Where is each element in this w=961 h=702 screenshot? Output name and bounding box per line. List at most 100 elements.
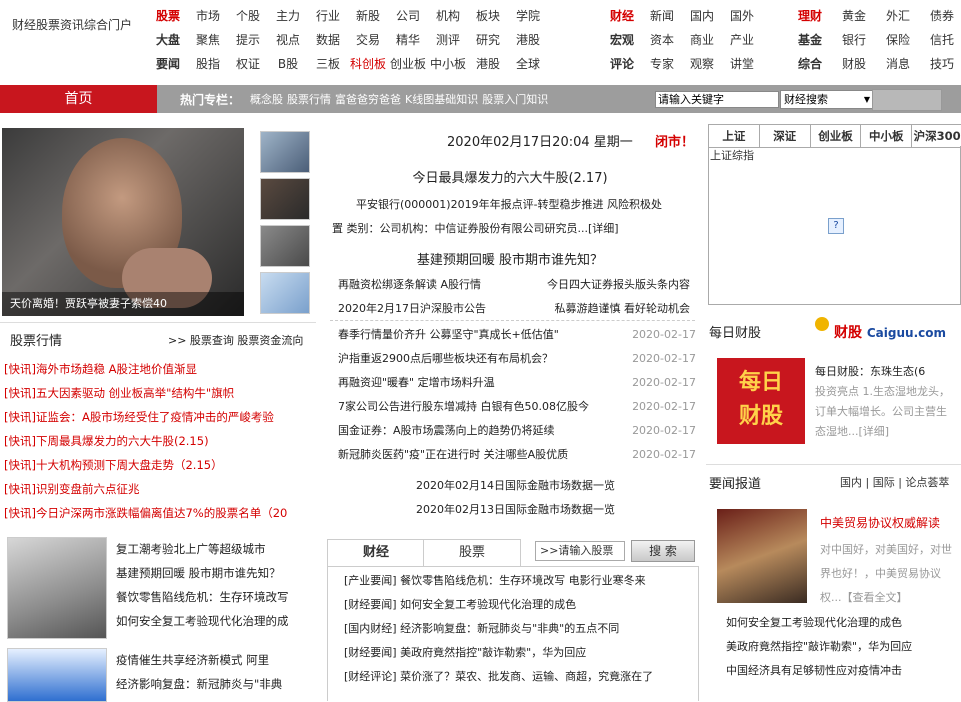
nav-item[interactable]: 股票 xyxy=(148,4,188,28)
nav-item[interactable]: 板块 xyxy=(468,4,508,28)
nav-item[interactable]: 行业 xyxy=(308,4,348,28)
news-title[interactable]: 春季行情量价齐升 公募坚守"真成长+低估值" xyxy=(338,323,559,347)
nav-item[interactable]: 财经 xyxy=(602,4,642,28)
nav-item[interactable]: 创业板 xyxy=(388,52,428,76)
nav-item[interactable]: 提示 xyxy=(228,28,268,52)
daily-box[interactable]: 每日 财股 xyxy=(717,358,805,444)
flash-news-item[interactable]: [快讯]今日沪深两市涨跌幅偏离值达7%的股票名单（20 xyxy=(4,501,310,525)
nav-item[interactable]: 公司 xyxy=(388,4,428,28)
hot-link[interactable]: 概念股 xyxy=(250,93,283,106)
category-news-item[interactable]: [财经要闻] 如何安全复工考验现代化治理的成色 xyxy=(344,593,690,617)
nav-item[interactable]: 大盘 xyxy=(148,28,188,52)
news-title[interactable]: 国金证券：A股市场震荡向上的趋势仍将延续 xyxy=(338,419,555,443)
flash-news-item[interactable]: [快讯]十大机构预测下周大盘走势（2.15） xyxy=(4,453,310,477)
market-tab[interactable]: 中小板 xyxy=(861,125,913,147)
nav-item[interactable]: 新股 xyxy=(348,4,388,28)
thumb-1[interactable] xyxy=(260,131,310,173)
market-tab[interactable]: 创业板 xyxy=(811,125,862,147)
nav-item[interactable]: 权证 xyxy=(228,52,268,76)
photo-caption[interactable]: 天价离婚！贾跃亭被妻子索偿40 xyxy=(2,292,244,316)
nav-item[interactable]: 全球 xyxy=(508,52,548,76)
category-news-item[interactable]: [财经要闻] 美政府竟然指控"敲诈勒索"，华为回应 xyxy=(344,641,690,665)
nav-item[interactable]: 讲堂 xyxy=(722,52,762,76)
right-news-item[interactable]: 美政府竟然指控"敲诈勒索"，华为回应 xyxy=(726,635,958,659)
search-button[interactable] xyxy=(872,89,942,111)
report-tabs[interactable]: 国内 | 国际 | 论点荟萃 xyxy=(840,474,949,490)
category-news-item[interactable]: [国内财经] 经济影响复盘：新冠肺炎与"非典"的五点不同 xyxy=(344,617,690,641)
news-title[interactable]: 沪指重返2900点后哪些板块还有布局机会？ xyxy=(338,347,553,371)
left-section-links[interactable]: >> 股票查询 股票资金流向 xyxy=(168,332,303,348)
nav-item[interactable]: 银行 xyxy=(832,28,876,52)
nav-item[interactable]: 基金 xyxy=(788,28,832,52)
market-tab[interactable]: 深证 xyxy=(760,125,811,147)
nav-item[interactable]: 科创板 xyxy=(348,52,388,76)
flash-news-item[interactable]: [快讯]海外市场趋稳 A股注地价值渐显 xyxy=(4,357,310,381)
center-pair-link[interactable]: 再融资松绑逐条解读 A股行情 xyxy=(338,273,481,297)
nav-item[interactable]: 学院 xyxy=(508,4,548,28)
center-pair-link[interactable]: 私募游趋谨慎 看好轮动机会 xyxy=(555,297,691,321)
nav-item[interactable]: 新闻 xyxy=(642,4,682,28)
nav-item[interactable]: 机构 xyxy=(428,4,468,28)
report-main-title[interactable]: 中美贸易协议权威解读 xyxy=(820,514,940,531)
nav-item[interactable]: 港股 xyxy=(468,52,508,76)
hot-link[interactable]: 富爸爸穷爸爸 xyxy=(335,93,401,106)
report-image[interactable] xyxy=(717,509,807,603)
nav-item[interactable]: 聚焦 xyxy=(188,28,228,52)
hot-link[interactable]: 股票入门知识 xyxy=(482,93,548,106)
left-image-2[interactable] xyxy=(7,648,107,702)
left-image-1[interactable] xyxy=(7,537,107,639)
nav-item[interactable]: 评论 xyxy=(602,52,642,76)
list-item[interactable]: 餐饮零售陷线危机：生存环境改写 xyxy=(116,585,311,609)
data-link[interactable]: 2020年02月13日国际金融市场数据一览 xyxy=(416,498,696,522)
nav-item[interactable]: 测评 xyxy=(428,28,468,52)
stock-input[interactable]: >>请输入股票 xyxy=(535,541,625,561)
nav-item[interactable]: 信托 xyxy=(920,28,961,52)
nav-item[interactable]: 交易 xyxy=(348,28,388,52)
hot-link[interactable]: 股票行情 xyxy=(287,93,331,106)
nav-item[interactable]: B股 xyxy=(268,52,308,76)
nav-item[interactable]: 消息 xyxy=(876,52,920,76)
nav-item[interactable]: 资本 xyxy=(642,28,682,52)
search-type-select[interactable]: 财经搜索 xyxy=(780,90,874,109)
search-input[interactable]: 请输入关键字 xyxy=(655,91,779,108)
center-pair-link[interactable]: 2020年2月17日沪深股市公告 xyxy=(338,297,486,321)
news-title[interactable]: 再融资迎"暖春" 定增市场料升温 xyxy=(338,371,495,395)
nav-item[interactable]: 研究 xyxy=(468,28,508,52)
home-tab[interactable]: 首页 xyxy=(0,85,157,113)
nav-item[interactable]: 中小板 xyxy=(428,52,468,76)
nav-item[interactable]: 股指 xyxy=(188,52,228,76)
nav-item[interactable]: 精华 xyxy=(388,28,428,52)
brand[interactable]: 财股 Caiguu.com xyxy=(834,322,946,342)
nav-item[interactable]: 财股 xyxy=(832,52,876,76)
main-photo[interactable]: 天价离婚！贾跃亭被妻子索偿40 xyxy=(2,128,244,316)
headline-2[interactable]: 基建预期回暖 股市期市谁先知？ xyxy=(330,249,690,268)
nav-item[interactable]: 三板 xyxy=(308,52,348,76)
thumb-4[interactable] xyxy=(260,272,310,314)
nav-item[interactable]: 债券 xyxy=(920,4,961,28)
list-item[interactable]: 疫情催生共享经济新模式 阿里 xyxy=(116,648,311,672)
nav-item[interactable]: 观察 xyxy=(682,52,722,76)
nav-item[interactable]: 黄金 xyxy=(832,4,876,28)
thumb-3[interactable] xyxy=(260,225,310,267)
nav-item[interactable]: 产业 xyxy=(722,28,762,52)
nav-item[interactable]: 国外 xyxy=(722,4,762,28)
nav-item[interactable]: 理财 xyxy=(788,4,832,28)
nav-item[interactable]: 港股 xyxy=(508,28,548,52)
data-link[interactable]: 2020年02月14日国际金融市场数据一览 xyxy=(416,474,696,498)
right-news-item[interactable]: 中国经济具有足够韧性应对疫情冲击 xyxy=(726,659,958,683)
flash-news-item[interactable]: [快讯]证监会：A股市场经受住了疫情冲击的严峻考验 xyxy=(4,405,310,429)
news-title[interactable]: 新冠肺炎医药"疫"正在进行时 关注哪些A股优质 xyxy=(338,443,568,467)
nav-item[interactable]: 技巧 xyxy=(920,52,961,76)
market-tab[interactable]: 沪深300 xyxy=(912,125,961,147)
category-news-item[interactable]: [产业要闻] 餐饮零售陷线危机：生存环境改写 电影行业寒冬来 xyxy=(344,569,690,593)
headline-1[interactable]: 今日最具爆发力的六大牛股(2.17) xyxy=(330,167,690,186)
list-item[interactable]: 经济影响复盘：新冠肺炎与"非典 xyxy=(116,672,311,696)
nav-item[interactable]: 主力 xyxy=(268,4,308,28)
nav-item[interactable]: 要闻 xyxy=(148,52,188,76)
market-tab[interactable]: 上证 xyxy=(709,125,760,147)
nav-item[interactable]: 视点 xyxy=(268,28,308,52)
nav-item[interactable]: 外汇 xyxy=(876,4,920,28)
nav-item[interactable]: 市场 xyxy=(188,4,228,28)
nav-item[interactable]: 数据 xyxy=(308,28,348,52)
headline-1-sub-2[interactable]: 置 类别：公司机构：中信证券股份有限公司研究员...[详细] xyxy=(332,217,690,241)
